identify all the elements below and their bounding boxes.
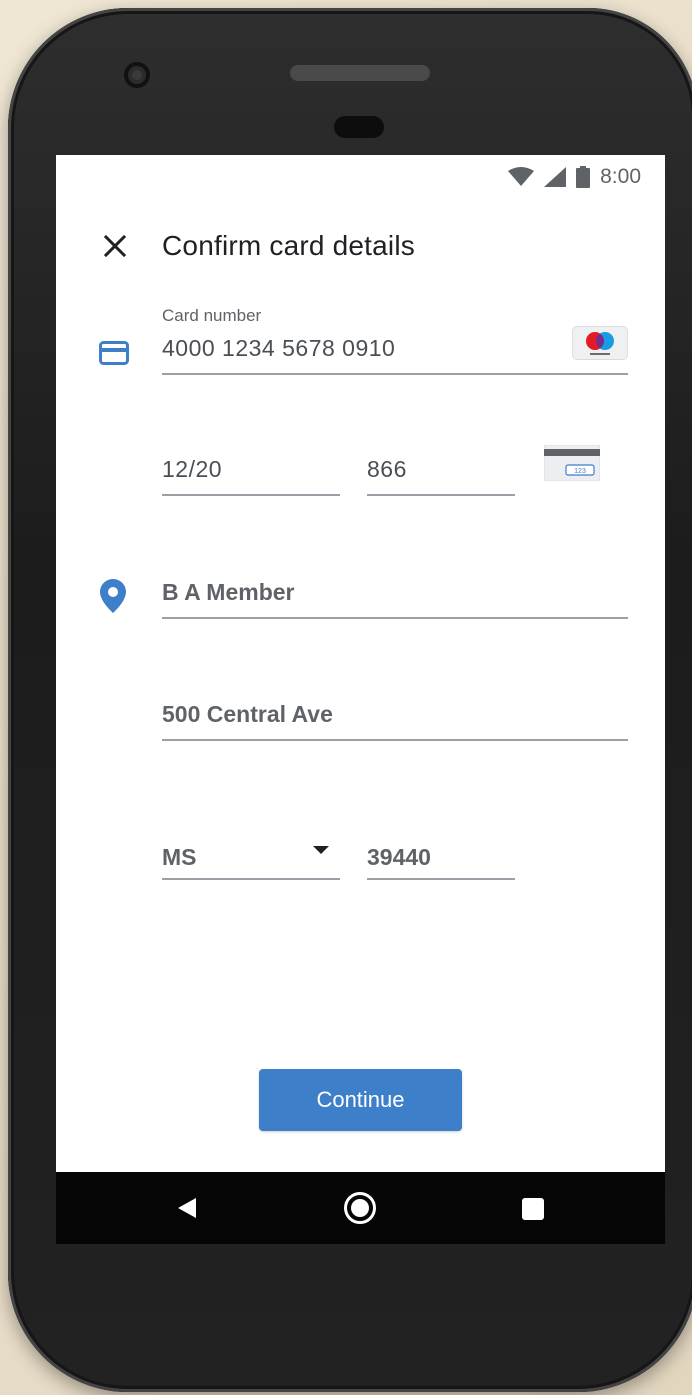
card-number-field[interactable]: 4000 1234 5678 0910	[162, 327, 628, 375]
street-address-value: 500 Central Ave	[162, 701, 333, 727]
cvv-field[interactable]: 866	[367, 448, 515, 496]
back-icon[interactable]	[178, 1198, 196, 1218]
status-bar: 8:00	[508, 165, 641, 189]
expiry-value: 12/20	[162, 456, 223, 482]
state-dropdown[interactable]: MS	[162, 832, 340, 880]
card-number-label: Card number	[162, 306, 262, 325]
status-time: 8:00	[600, 165, 641, 188]
continue-button[interactable]: Continue	[259, 1069, 462, 1131]
state-value: MS	[162, 844, 197, 870]
credit-card-icon	[99, 341, 129, 365]
screen: 8:00 Confirm card details Card number 40…	[56, 155, 665, 1244]
dropdown-arrow-icon[interactable]	[313, 846, 329, 854]
card-back-cvv-icon: 123	[544, 445, 600, 481]
home-icon[interactable]	[344, 1192, 376, 1224]
cell-signal-icon	[544, 167, 567, 187]
zip-code-field[interactable]: 39440	[367, 832, 515, 880]
recents-icon[interactable]	[522, 1198, 544, 1220]
expiry-field[interactable]: 12/20	[162, 448, 340, 496]
battery-icon	[576, 166, 591, 188]
name-value: B A Member	[162, 579, 295, 605]
page-title: Confirm card details	[162, 230, 415, 261]
zip-code-value: 39440	[367, 844, 431, 870]
phone-frame: 8:00 Confirm card details Card number 40…	[8, 8, 692, 1392]
maestro-card-logo	[573, 327, 627, 359]
name-field[interactable]: B A Member	[162, 571, 628, 619]
proximity-sensor	[334, 116, 384, 138]
front-camera	[124, 62, 150, 88]
close-icon[interactable]	[100, 231, 130, 261]
street-address-field[interactable]: 500 Central Ave	[162, 693, 628, 741]
navigation-bar	[56, 1172, 665, 1244]
svg-text:123: 123	[574, 468, 586, 475]
location-pin-icon	[100, 579, 126, 613]
earpiece-speaker	[290, 65, 430, 81]
wifi-icon	[508, 167, 535, 186]
card-number-value: 4000 1234 5678 0910	[162, 335, 396, 361]
cvv-value: 866	[367, 456, 407, 482]
